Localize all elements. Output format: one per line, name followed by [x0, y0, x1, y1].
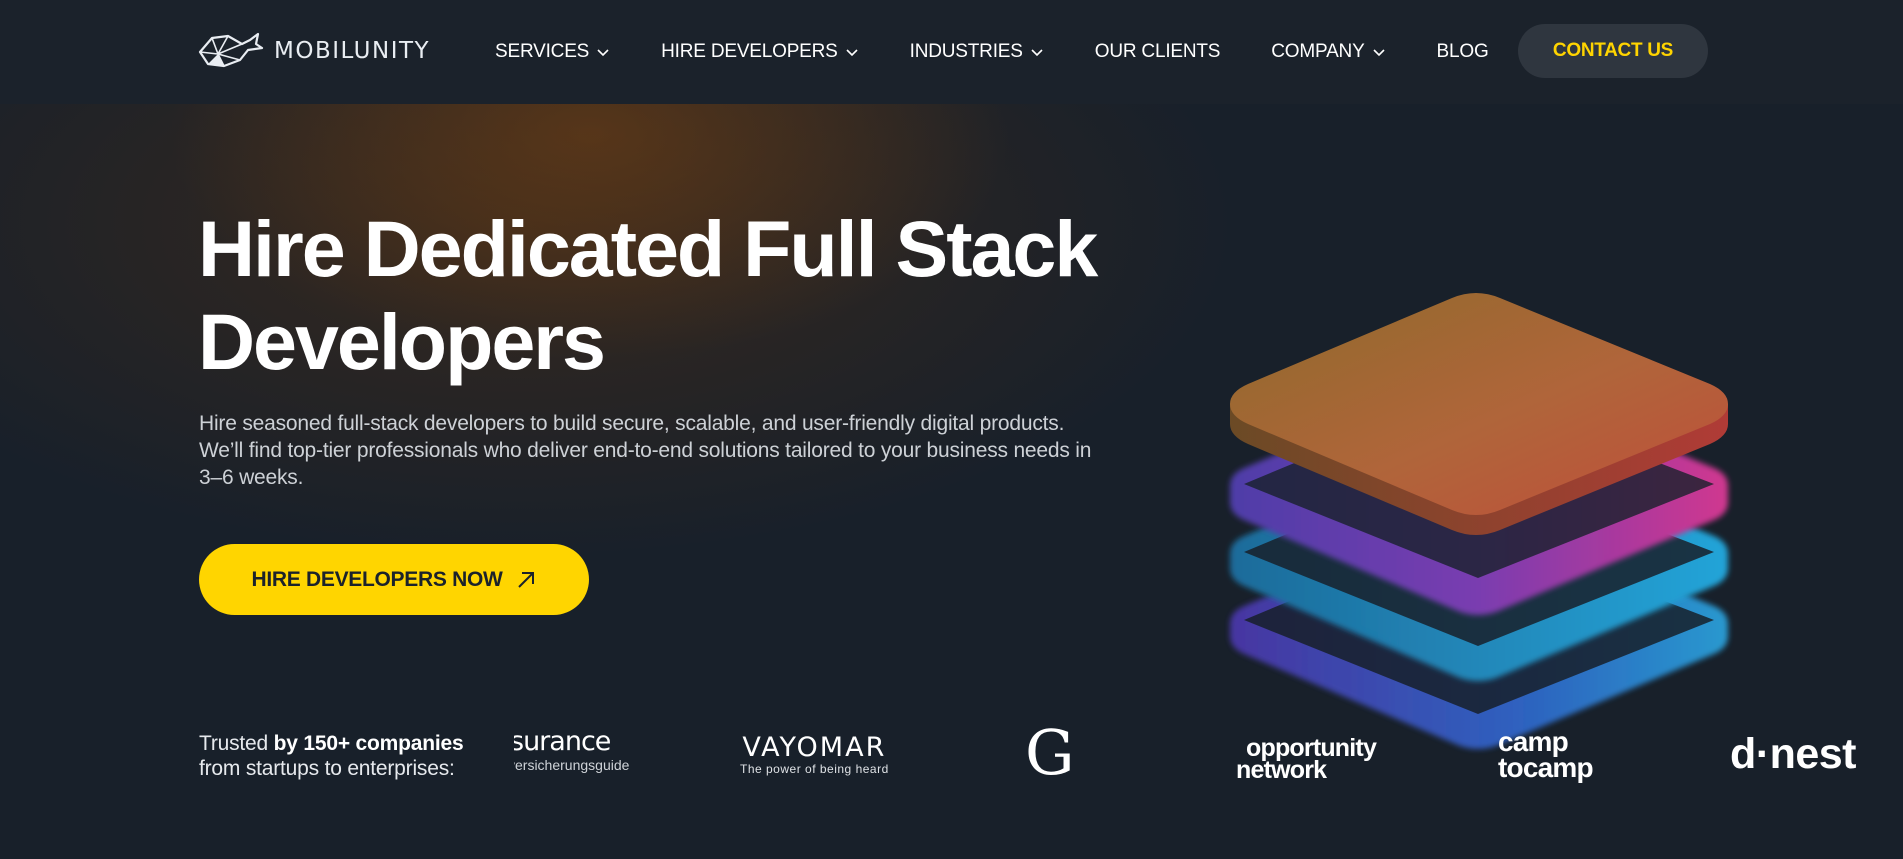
nav-item-our-clients[interactable]: OUR CLIENTS	[1095, 41, 1221, 63]
client-name-2: network	[1236, 756, 1327, 784]
chevron-down-icon	[1031, 49, 1043, 57]
nav-item-label: COMPANY	[1271, 41, 1365, 62]
chevron-down-icon	[846, 49, 858, 57]
client-tagline: versicherungsguide	[514, 757, 630, 773]
trusted-prefix: Trusted	[199, 732, 274, 755]
nav-item-industries[interactable]: INDUSTRIES	[910, 41, 1044, 63]
brand-name: MOBILUNITY	[274, 38, 431, 64]
nav-item-services[interactable]: SERVICES	[495, 41, 610, 63]
client-logo-g: G	[1025, 716, 1075, 789]
client-logo-opportunity-network: opportunity network	[1236, 736, 1377, 784]
client-logo-surance: surance versicherungsguide	[514, 726, 644, 778]
hire-button-label: HIRE DEVELOPERS NOW	[251, 567, 503, 591]
hero-subtitle: Hire seasoned full-stack developers to b…	[199, 412, 1092, 489]
chevron-down-icon	[1372, 49, 1385, 57]
nav-item-company[interactable]: COMPANY	[1271, 41, 1385, 63]
main-menu: SERVICES HIRE DEVELOPERS INDUSTRIES OUR …	[495, 0, 1540, 104]
client-logo-camptocamp: camp tocamp	[1498, 728, 1594, 783]
top-navbar: MOBILUNITY SERVICES HIRE DEVELOPERS INDU…	[0, 0, 1903, 104]
trusted-by-text: Trusted by 150+ companies from startups …	[199, 731, 464, 781]
client-tagline: The power of being heard	[740, 762, 889, 776]
nav-item-label: INDUSTRIES	[909, 41, 1023, 62]
chevron-down-icon	[597, 49, 609, 57]
nav-item-label: BLOG	[1436, 41, 1489, 62]
client-name: VAYOMAR	[742, 732, 887, 763]
brand-logo[interactable]: MOBILUNITY	[198, 30, 430, 72]
client-logo-dnest: d·nest	[1730, 730, 1857, 778]
trusted-line-2: from startups to enterprises:	[199, 757, 455, 780]
layered-stack-illustration	[1230, 293, 1728, 749]
nav-item-blog[interactable]: BLOG	[1437, 41, 1489, 63]
hero-title-line-1: Hire Dedicated Full Stack	[198, 204, 1098, 293]
trusted-count: by 150+ companies	[273, 732, 464, 755]
hire-developers-now-button[interactable]: HIRE DEVELOPERS NOW	[199, 544, 589, 615]
nav-item-hire-developers[interactable]: HIRE DEVELOPERS	[661, 41, 859, 63]
whale-icon	[198, 32, 264, 68]
client-logo-vayomar: VAYOMAR The power of being heard	[740, 732, 889, 777]
hero-title: Hire Dedicated Full Stack Developers	[198, 202, 1198, 388]
hero-title-line-2: Developers	[198, 297, 606, 386]
arrow-up-right-icon	[517, 571, 534, 588]
client-name: surance	[514, 726, 611, 757]
nav-item-label: HIRE DEVELOPERS	[661, 41, 838, 62]
nav-item-label: SERVICES	[495, 41, 590, 62]
contact-us-button[interactable]: CONTACT US	[1518, 24, 1708, 78]
client-name-2: tocamp	[1498, 752, 1594, 783]
hero-section: Hire Dedicated Full Stack Developers Hir…	[0, 104, 1903, 859]
nav-item-label: OUR CLIENTS	[1094, 41, 1221, 62]
